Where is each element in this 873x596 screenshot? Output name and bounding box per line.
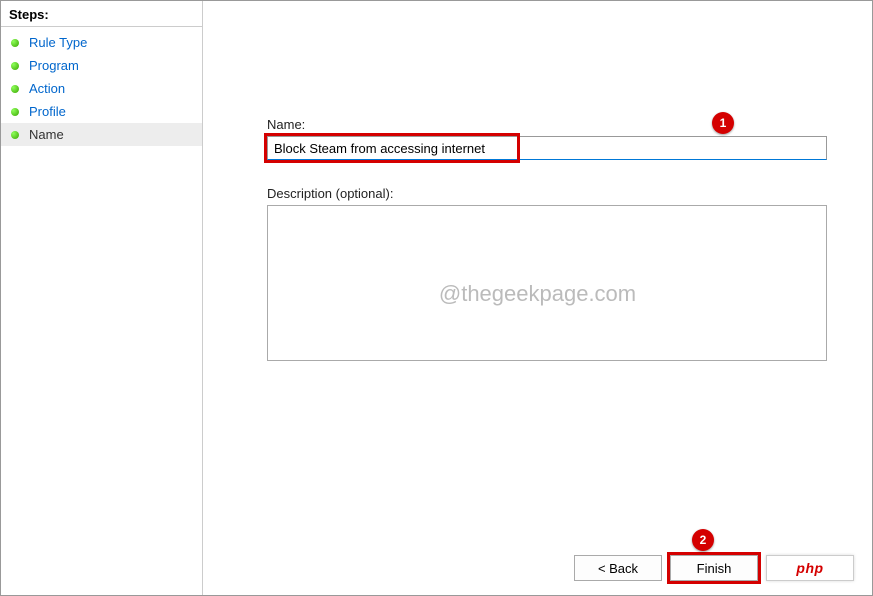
finish-button[interactable]: Finish <box>670 555 758 581</box>
main-panel: Name: Description (optional): @thegeekpa… <box>203 1 872 595</box>
form-area: Name: Description (optional): <box>267 117 849 364</box>
bullet-icon <box>11 131 19 139</box>
step-program[interactable]: Program <box>1 54 202 77</box>
description-input[interactable] <box>267 205 827 361</box>
php-badge: php <box>766 555 854 581</box>
steps-sidebar: Steps: Rule Type Program Action Profile … <box>1 1 203 595</box>
wizard-window: Steps: Rule Type Program Action Profile … <box>0 0 873 596</box>
finish-button-wrap: Finish <box>670 555 758 581</box>
step-label: Rule Type <box>29 35 87 50</box>
bullet-icon <box>11 39 19 47</box>
steps-list: Rule Type Program Action Profile Name <box>1 27 202 150</box>
bullet-icon <box>11 85 19 93</box>
name-input[interactable] <box>267 136 827 160</box>
step-action[interactable]: Action <box>1 77 202 100</box>
back-button[interactable]: < Back <box>574 555 662 581</box>
step-profile[interactable]: Profile <box>1 100 202 123</box>
step-name[interactable]: Name <box>1 123 202 146</box>
annotation-marker-2: 2 <box>692 529 714 551</box>
step-rule-type[interactable]: Rule Type <box>1 31 202 54</box>
steps-header: Steps: <box>1 1 202 27</box>
step-label: Program <box>29 58 79 73</box>
wizard-buttons: < Back Finish php <box>574 555 854 581</box>
php-badge-text: php <box>796 560 823 576</box>
name-input-row <box>267 136 849 160</box>
bullet-icon <box>11 108 19 116</box>
step-label: Name <box>29 127 64 142</box>
name-label: Name: <box>267 117 849 132</box>
step-label: Profile <box>29 104 66 119</box>
bullet-icon <box>11 62 19 70</box>
step-label: Action <box>29 81 65 96</box>
description-label: Description (optional): <box>267 186 849 201</box>
